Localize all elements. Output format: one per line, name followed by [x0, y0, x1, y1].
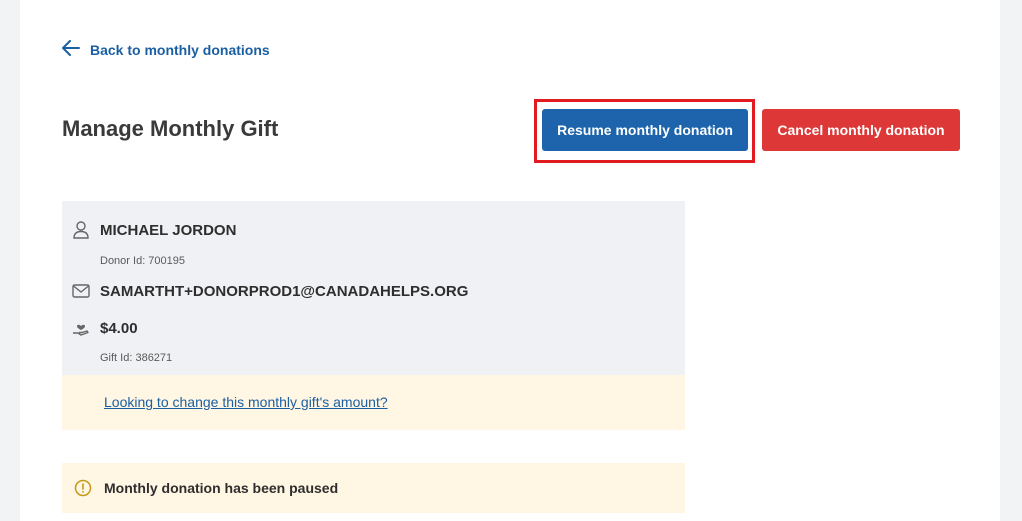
paused-status-text: Monthly donation has been paused: [104, 480, 339, 496]
change-amount-banner: Looking to change this monthly gift's am…: [62, 375, 685, 430]
change-amount-link[interactable]: Looking to change this monthly gift's am…: [104, 394, 388, 410]
paused-status-banner: Monthly donation has been paused: [62, 463, 685, 513]
donor-email-row: SAMARTHT+DONORPROD1@CANADAHELPS.ORG: [70, 280, 468, 302]
donor-name: MICHAEL JORDON: [100, 221, 237, 239]
gift-id: Gift Id: 386271: [100, 352, 173, 364]
back-link[interactable]: Back to monthly donations: [62, 40, 270, 59]
donor-card: MICHAEL JORDON Donor Id: 700195 SAMARTHT…: [62, 201, 685, 375]
donor-email: SAMARTHT+DONORPROD1@CANADAHELPS.ORG: [100, 282, 469, 300]
page-title: Manage Monthly Gift: [62, 116, 279, 141]
donation-hand-icon: [70, 317, 92, 339]
donor-name-row: MICHAEL JORDON: [70, 219, 236, 241]
back-link-label: Back to monthly donations: [90, 41, 270, 58]
resume-donation-button[interactable]: Resume monthly donation: [542, 109, 748, 151]
user-icon: [70, 219, 92, 241]
cancel-donation-button[interactable]: Cancel monthly donation: [762, 109, 960, 151]
warning-circle-icon: [74, 479, 92, 497]
envelope-icon: [70, 280, 92, 302]
arrow-left-icon: [62, 40, 80, 59]
donor-id: Donor Id: 700195: [100, 255, 186, 267]
gift-amount: $4.00: [100, 319, 138, 337]
gift-amount-row: $4.00: [70, 317, 138, 339]
